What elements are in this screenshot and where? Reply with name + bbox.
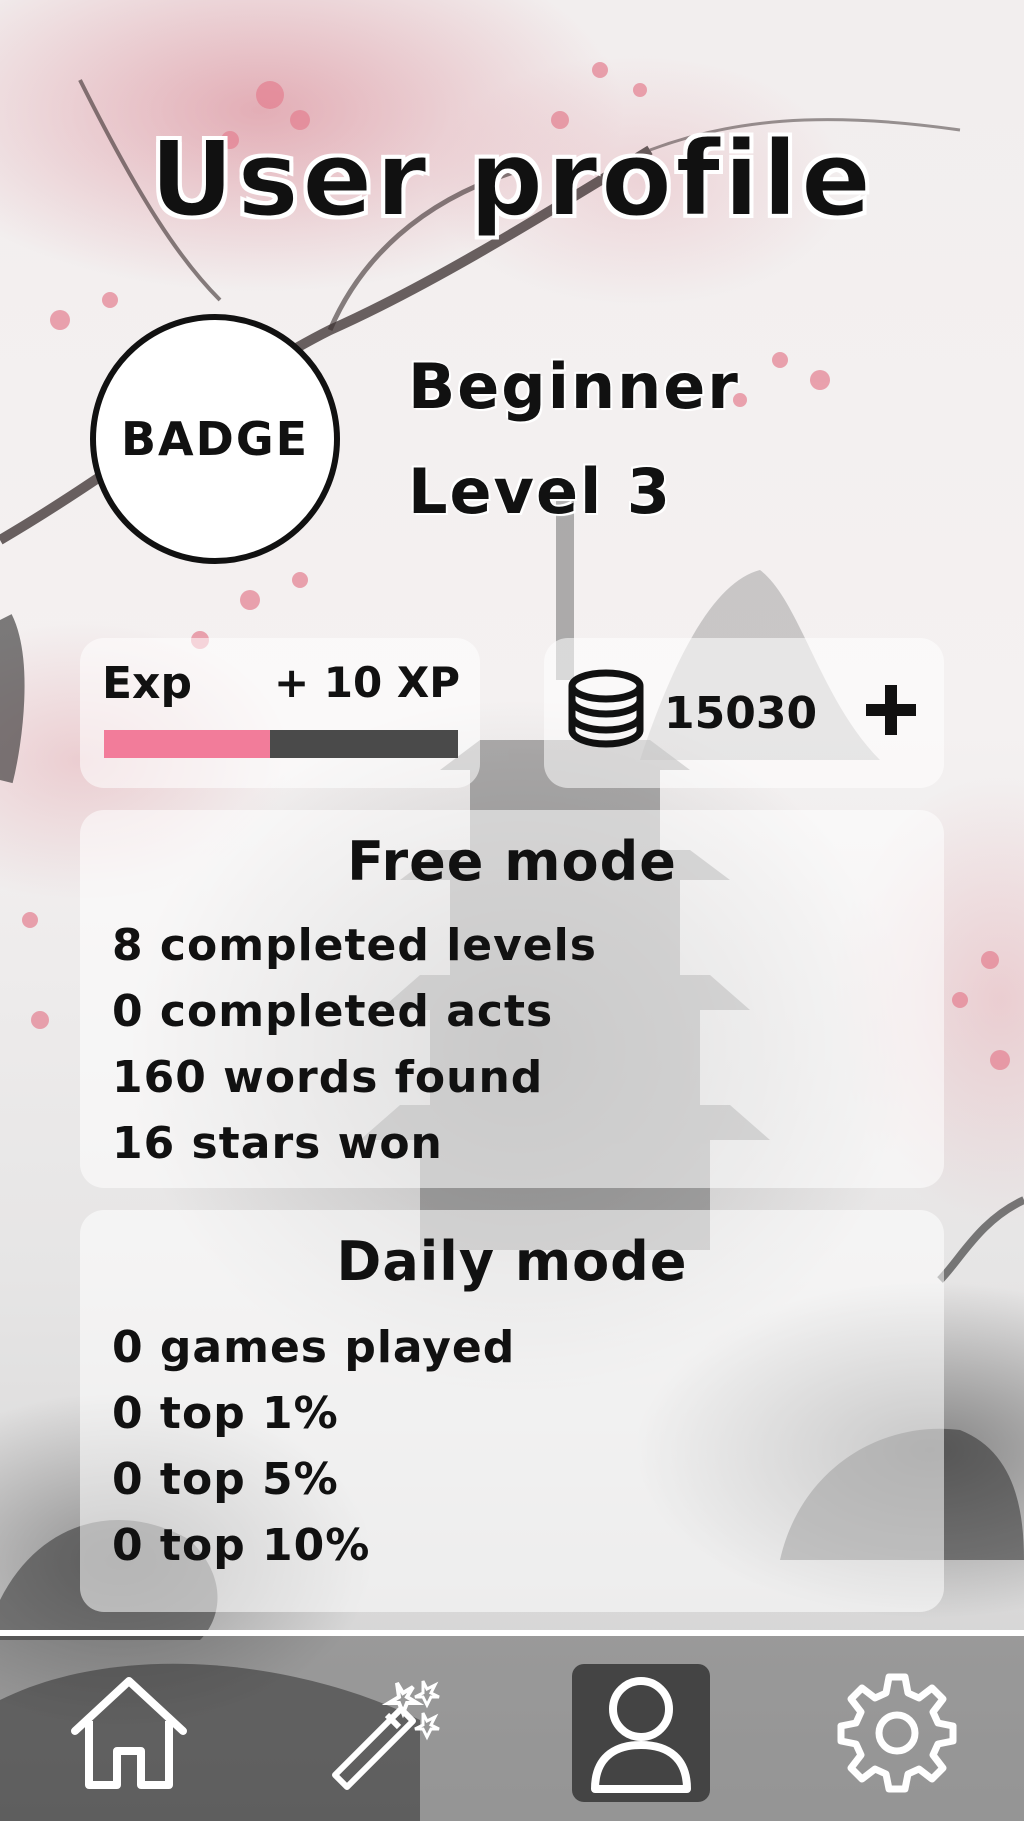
user-rank: Beginner — [408, 350, 740, 423]
plus-icon — [866, 685, 916, 735]
free-mode-card: Free mode 8 completed levels 0 completed… — [80, 810, 944, 1188]
free-mode-title: Free mode — [347, 830, 677, 893]
free-mode-stat: 160 words found — [112, 1052, 544, 1103]
daily-mode-stat: 0 games played — [112, 1322, 516, 1373]
gear-icon — [837, 1673, 957, 1793]
nav-home-button[interactable] — [60, 1664, 198, 1802]
free-mode-stat: 8 completed levels — [112, 920, 597, 971]
daily-mode-stat: 0 top 10% — [112, 1520, 371, 1571]
home-icon — [71, 1677, 187, 1789]
exp-progress-bar — [104, 730, 458, 758]
magic-wand-icon — [332, 1680, 440, 1790]
exp-label: Exp — [102, 658, 192, 709]
exp-gain: + 10 XP — [273, 658, 460, 707]
exp-progress-fill — [104, 730, 271, 758]
daily-mode-card: Daily mode 0 games played 0 top 1% 0 top… — [80, 1210, 944, 1612]
experience-card: Exp + 10 XP — [80, 638, 480, 788]
nav-settings-button[interactable] — [828, 1664, 966, 1802]
daily-mode-stat: 0 top 5% — [112, 1454, 339, 1505]
free-mode-stat: 16 stars won — [112, 1118, 443, 1169]
coins-card: 15030 — [544, 638, 944, 788]
badge-label: BADGE — [120, 412, 310, 466]
user-level: Level 3 — [408, 455, 672, 528]
daily-mode-stat: 0 top 1% — [112, 1388, 339, 1439]
add-coins-button[interactable] — [858, 674, 924, 746]
user-badge[interactable]: BADGE — [90, 314, 340, 564]
bottom-nav-bar — [0, 1630, 1024, 1821]
free-mode-stat: 0 completed acts — [112, 986, 554, 1037]
daily-mode-title: Daily mode — [336, 1230, 688, 1293]
nav-profile-button[interactable] — [572, 1664, 710, 1802]
page-title: User profile — [149, 117, 875, 241]
nav-magic-button[interactable] — [316, 1664, 454, 1802]
user-icon — [591, 1677, 691, 1793]
coin-balance: 15030 — [664, 688, 818, 739]
coin-stack-icon — [568, 669, 644, 748]
